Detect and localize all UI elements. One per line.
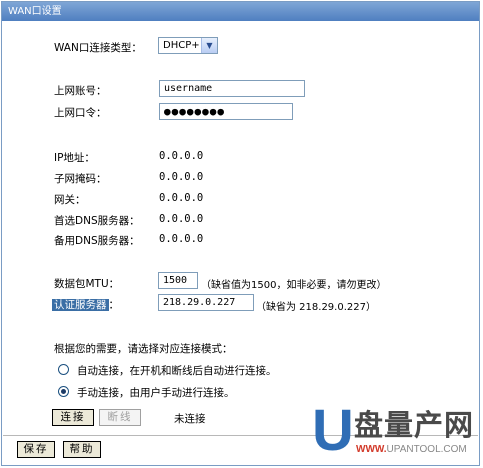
account-input[interactable]: username <box>159 80 305 97</box>
logo-brand-text: 盘量产网 <box>354 408 475 442</box>
gateway-label: 网关： <box>54 194 86 206</box>
primary-dns-value: 0.0.0.0 <box>159 213 204 225</box>
secondary-dns-value: 0.0.0.0 <box>159 233 204 245</box>
manual-connect-radio[interactable] <box>58 386 69 397</box>
mtu-input[interactable]: 1500 <box>158 272 198 289</box>
subnet-value: 0.0.0.0 <box>159 171 204 183</box>
auto-connect-label[interactable]: 自动连接，在开机和断线后自动进行连接。 <box>77 363 277 378</box>
ip-label: IP地址： <box>54 152 95 164</box>
auth-server-label: 认证服务器 <box>52 299 109 311</box>
connection-type-label: WAN口连接类型： <box>54 42 142 54</box>
connection-type-select[interactable]: DHCP+ ▼ <box>158 37 218 54</box>
save-button[interactable]: 保存 <box>17 441 55 458</box>
connect-button[interactable]: 连接 <box>52 409 94 426</box>
auth-server-hint: （缺省为 218.29.0.227） <box>256 302 376 313</box>
ip-value: 0.0.0.0 <box>159 150 204 162</box>
mtu-hint: （缺省值为1500，如非必要，请勿更改） <box>201 280 387 291</box>
account-label: 上网账号： <box>54 85 107 97</box>
mtu-label: 数据包MTU： <box>54 278 120 290</box>
logo-u-letter: U <box>312 398 354 463</box>
password-label: 上网口令： <box>54 107 107 119</box>
gateway-value: 0.0.0.0 <box>159 192 204 204</box>
disconnect-button[interactable]: 断线 <box>99 409 141 426</box>
window-title: WAN口设置 <box>2 2 479 21</box>
primary-dns-label: 首选DNS服务器： <box>54 215 140 227</box>
auth-server-label-wrap: 认证服务器： <box>52 297 119 312</box>
secondary-dns-label: 备用DNS服务器： <box>54 235 140 247</box>
connection-status: 未连接 <box>174 413 206 425</box>
logo-url-domain: UPANTOOL.COM <box>386 444 467 455</box>
mode-prompt: 根据您的需要，请选择对应连接模式： <box>54 343 233 355</box>
manual-connect-label[interactable]: 手动连接，由用户手动进行连接。 <box>77 385 235 400</box>
auth-server-input[interactable]: 218.29.0.227 <box>158 294 254 311</box>
help-button[interactable]: 帮助 <box>63 441 101 458</box>
upantool-watermark-logo: U 盘量产网 WWW.UPANTOOL.COM <box>312 402 477 464</box>
chevron-down-icon[interactable]: ▼ <box>201 38 217 53</box>
auth-server-colon: ： <box>108 299 120 311</box>
logo-url: WWW.UPANTOOL.COM <box>356 444 467 455</box>
auto-connect-radio[interactable] <box>58 364 69 375</box>
subnet-label: 子网掩码： <box>54 173 107 185</box>
password-input[interactable]: ●●●●●●●● <box>159 103 293 120</box>
logo-url-www: WWW. <box>356 444 387 455</box>
connection-type-value: DHCP+ <box>163 40 200 51</box>
